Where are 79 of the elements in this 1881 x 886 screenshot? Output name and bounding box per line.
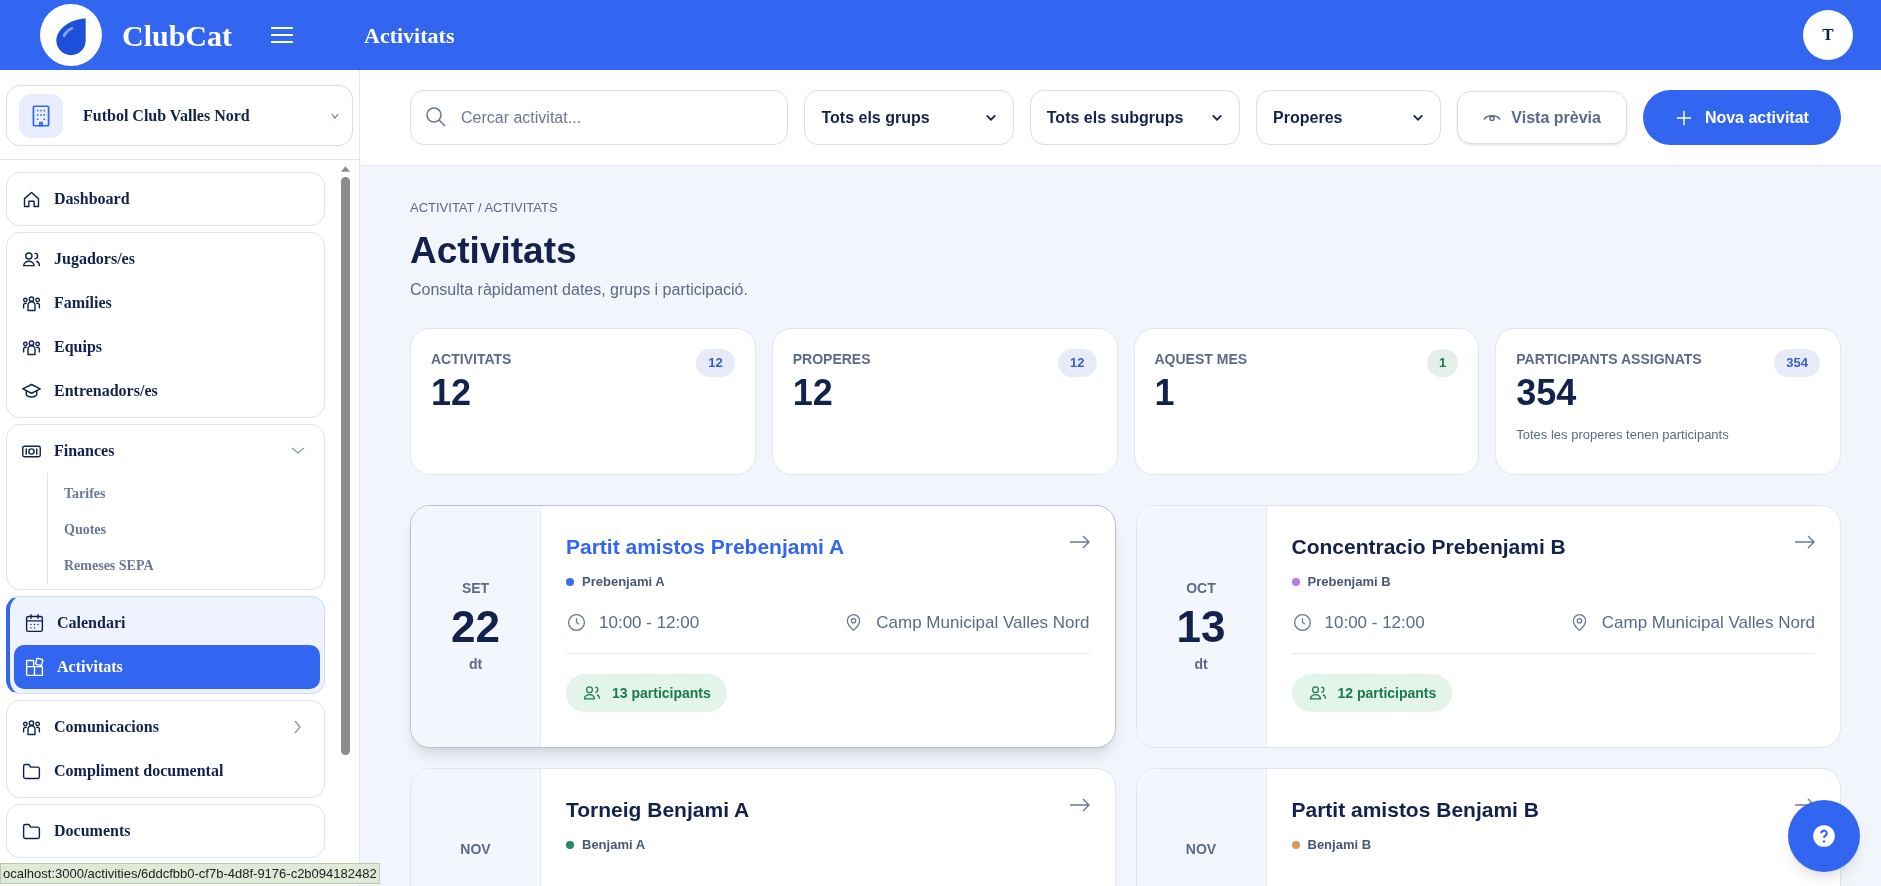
scroll-up-icon bbox=[339, 164, 351, 173]
eye-icon bbox=[1483, 113, 1502, 122]
subtitle: Consulta ràpidament dates, grups i participació. bbox=[410, 279, 749, 300]
activity-title: Partit amistos Prebenjami A bbox=[566, 533, 845, 560]
nav-item[interactable]: Dashboard bbox=[11, 177, 320, 221]
count-badge: 1 bbox=[1427, 348, 1459, 377]
stat-label: PROPERES bbox=[792, 349, 871, 369]
search-field[interactable]: Cercar activitat... bbox=[410, 90, 789, 145]
stat-note: Totes les properes tenen participants bbox=[1516, 425, 1730, 444]
stat-value: 12 bbox=[431, 374, 473, 411]
stat-value: 354 bbox=[1516, 374, 1578, 411]
nav-item[interactable]: Entrenadors/es bbox=[11, 369, 320, 413]
participants-badge: 13 participants bbox=[566, 674, 727, 713]
blocks-icon bbox=[24, 656, 45, 678]
page-title: Activitats bbox=[364, 21, 455, 50]
location: Camp Municipal Valles Nord bbox=[876, 611, 1090, 634]
group-label: Prebenjami A bbox=[582, 573, 665, 592]
group-label: Benjami B bbox=[1307, 836, 1372, 855]
clock-icon bbox=[566, 612, 587, 633]
new-activity-button[interactable]: Nova activitat bbox=[1642, 90, 1841, 145]
date-weekday: dt bbox=[1194, 654, 1208, 674]
activity-title: Concentracio Prebenjami B bbox=[1291, 533, 1566, 560]
nav-item[interactable]: Equips bbox=[11, 325, 320, 369]
date-month: NOV bbox=[460, 839, 491, 859]
heading: Activitats bbox=[410, 228, 578, 273]
nav-item[interactable]: Activitats bbox=[14, 645, 320, 689]
stat-label: ACTIVITATS bbox=[431, 349, 512, 369]
group-label: Prebenjami B bbox=[1307, 573, 1391, 592]
stat-label: PARTICIPANTS ASSIGNATS bbox=[1516, 349, 1702, 369]
preview-button[interactable]: Vista prèvia bbox=[1457, 91, 1627, 144]
activity-title: Torneig Benjami A bbox=[566, 796, 750, 823]
plus-icon bbox=[1674, 108, 1693, 127]
arrow-right-icon bbox=[1068, 797, 1090, 812]
count-badge: 12 bbox=[1058, 348, 1097, 377]
date-day: 22 bbox=[451, 598, 500, 654]
arrow-right-icon bbox=[1068, 534, 1090, 549]
activity-title: Partit amistos Benjami B bbox=[1291, 796, 1539, 823]
stat-label: AQUEST MES bbox=[1154, 349, 1248, 369]
submenu-item[interactable]: Remeses SEPA bbox=[64, 547, 320, 583]
group-label: Benjami A bbox=[582, 836, 646, 855]
nav-item[interactable]: Documents bbox=[11, 809, 320, 853]
stat-value: 1 bbox=[1154, 374, 1176, 411]
calendar-icon bbox=[24, 612, 45, 634]
activity-card[interactable]: NOV Partit amistos Benjami B Benjami B bbox=[1135, 767, 1841, 886]
date-month: NOV bbox=[1185, 839, 1217, 859]
date-month: SET bbox=[461, 578, 490, 598]
avatar[interactable]: T bbox=[1803, 10, 1853, 60]
status-url: ocalhost:3000/activities/6ddcfbb0-cf7b-4d8f-9176-c2b094182482 bbox=[0, 862, 380, 884]
stat-value: 12 bbox=[792, 374, 834, 411]
breadcrumb: ACTIVITAT / ACTIVITATS bbox=[410, 199, 559, 217]
nav-item[interactable]: Jugadors/es bbox=[11, 237, 320, 281]
help-icon bbox=[1811, 823, 1837, 849]
nav-item[interactable]: Famílies bbox=[11, 281, 320, 325]
location: Camp Municipal Valles Nord bbox=[1601, 611, 1815, 634]
date-month: OCT bbox=[1186, 578, 1216, 598]
nav-item[interactable]: Finances bbox=[11, 429, 320, 473]
submenu-item[interactable]: Quotes bbox=[64, 511, 320, 547]
clock-icon bbox=[1291, 612, 1313, 633]
time-range: 10:00 - 12:00 bbox=[1324, 611, 1425, 634]
count-badge: 354 bbox=[1774, 348, 1820, 377]
activity-card[interactable]: NOV Torneig Benjami A Benjami A bbox=[410, 767, 1116, 886]
date-weekday: dt bbox=[468, 654, 483, 674]
brand-name: ClubCat bbox=[122, 17, 233, 54]
time-range: 10:00 - 12:00 bbox=[599, 611, 700, 634]
arrow-right-icon bbox=[1794, 534, 1815, 549]
organization-selector[interactable]: Futbol Club Valles Nord bbox=[6, 85, 353, 146]
count-badge: 12 bbox=[696, 348, 735, 377]
activity-card[interactable]: OCT 13 dt Concentracio Prebenjami B Prebenjami B 10:00 - 12:00 Camp Municipal Valles Nord 12 participants bbox=[1135, 504, 1841, 748]
nav-item[interactable]: Comunicacions bbox=[11, 705, 320, 749]
participants-badge: 12 participants bbox=[1291, 674, 1453, 713]
activity-card[interactable]: SET 22 dt Partit amistos Prebenjami A Prebenjami A 10:00 - 12:00 Camp Municipal Valles Nord 13 participants bbox=[410, 504, 1116, 748]
filter-dropdown[interactable]: Tots els grups bbox=[804, 90, 1014, 145]
filter-dropdown[interactable]: Properes bbox=[1256, 90, 1442, 145]
submenu-item[interactable]: Tarifes bbox=[64, 475, 320, 511]
nav-item[interactable]: Compliment documental bbox=[11, 749, 320, 793]
date-day: 13 bbox=[1176, 598, 1226, 654]
filter-dropdown[interactable]: Tots els subgrups bbox=[1029, 90, 1241, 145]
nav-item[interactable]: Calendari bbox=[14, 601, 320, 645]
search-icon bbox=[426, 107, 446, 127]
